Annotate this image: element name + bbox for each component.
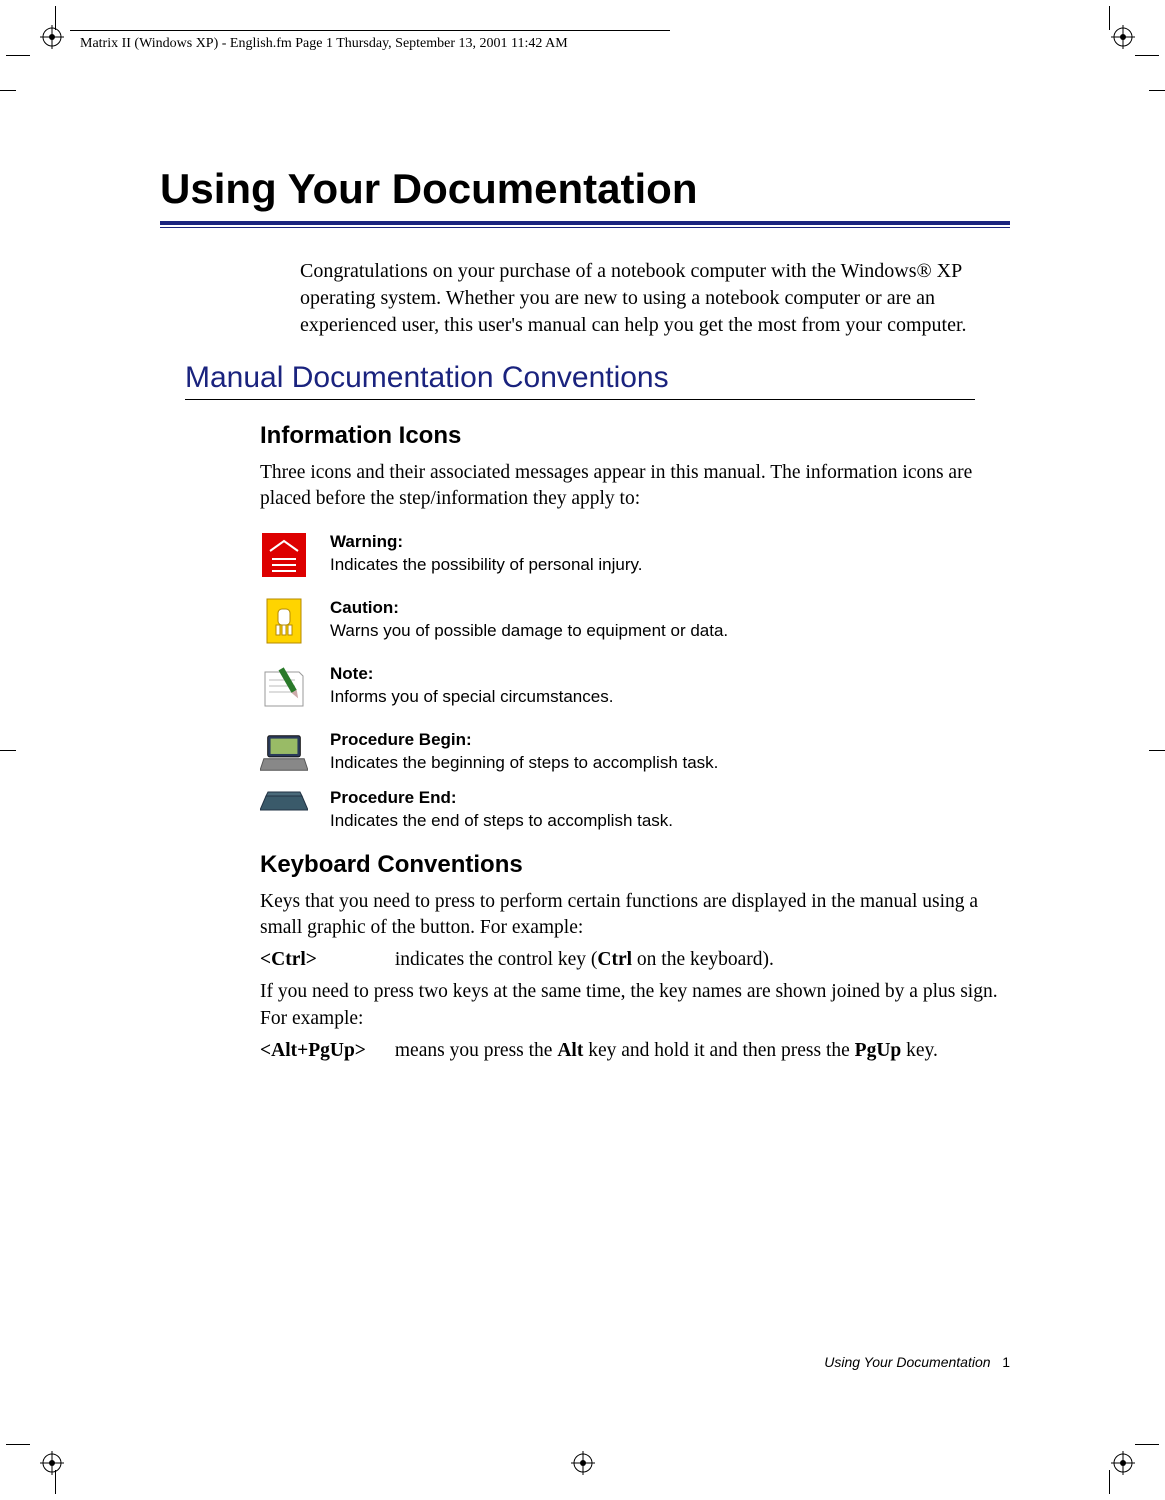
caution-label: Caution:	[330, 598, 399, 617]
crop-mark	[1109, 1470, 1110, 1494]
key-name: <Alt+PgUp>	[260, 1038, 390, 1064]
intro-paragraph: Congratulations on your purchase of a no…	[300, 258, 1010, 339]
procedure-begin-label: Procedure Begin:	[330, 730, 472, 749]
crop-mark	[1149, 90, 1165, 91]
info-icon-block-caution: Caution: Warns you of possible damage to…	[260, 597, 1010, 645]
subsection-heading: Information Icons	[260, 422, 1010, 450]
crop-mark	[0, 90, 16, 91]
page: Matrix II (Windows XP) - English.fm Page…	[0, 0, 1165, 1500]
keyboard-body-2: If you need to press two keys at the sam…	[260, 979, 1010, 1032]
warning-desc: Indicates the possibility of personal in…	[330, 555, 642, 574]
procedure-begin-desc: Indicates the beginning of steps to acco…	[330, 753, 718, 772]
registration-mark-icon	[1111, 25, 1135, 49]
note-desc: Informs you of special circumstances.	[330, 687, 613, 706]
crop-mark	[6, 55, 30, 56]
subsection-heading: Keyboard Conventions	[260, 851, 1010, 879]
note-label: Note:	[330, 664, 373, 683]
caution-desc: Warns you of possible damage to equipmen…	[330, 621, 728, 640]
info-icon-block-procedure-begin: Procedure Begin: Indicates the beginning…	[260, 729, 1010, 777]
key-example-ctrl: <Ctrl> indicates the control key (Ctrl o…	[260, 947, 1010, 973]
key-desc: means you press the Alt key and hold it …	[395, 1040, 938, 1061]
key-example-altpgup: <Alt+PgUp> means you press the Alt key a…	[260, 1038, 1010, 1064]
info-icon-block-warning: Warning: Indicates the possibility of pe…	[260, 531, 1010, 579]
crop-mark	[0, 750, 16, 751]
procedure-end-label: Procedure End:	[330, 788, 457, 807]
warning-label: Warning:	[330, 532, 403, 551]
keyboard-body-1: Keys that you need to press to perform c…	[260, 889, 1010, 942]
crop-mark	[1135, 1444, 1159, 1445]
registration-mark-icon	[40, 1451, 64, 1475]
key-desc: indicates the control key (Ctrl on the k…	[395, 949, 774, 970]
crop-mark	[1149, 750, 1165, 751]
crop-mark	[6, 1444, 30, 1445]
footer-label: Using Your Documentation	[824, 1354, 990, 1370]
closed-laptop-icon	[260, 787, 308, 817]
laptop-icon	[260, 729, 308, 777]
page-footer: Using Your Documentation 1	[824, 1354, 1010, 1370]
info-icon-block-note: Note: Informs you of special circumstanc…	[260, 663, 1010, 711]
key-name: <Ctrl>	[260, 947, 390, 973]
title-rule	[160, 221, 1010, 225]
registration-mark-icon	[571, 1451, 595, 1475]
section-heading: Manual Documentation Conventions	[185, 361, 975, 400]
subsection-body: Three icons and their associated message…	[260, 460, 1010, 513]
crop-mark	[1109, 6, 1110, 30]
registration-mark-icon	[40, 25, 64, 49]
page-title: Using Your Documentation	[160, 165, 1010, 213]
procedure-end-desc: Indicates the end of steps to accomplish…	[330, 811, 673, 830]
title-rule	[160, 227, 1010, 228]
footer-page-number: 1	[1002, 1354, 1010, 1370]
registration-mark-icon	[1111, 1451, 1135, 1475]
running-head-rule	[70, 30, 670, 31]
info-icon-block-procedure-end: Procedure End: Indicates the end of step…	[260, 787, 1010, 833]
crop-mark	[1135, 55, 1159, 56]
note-icon	[260, 663, 308, 711]
caution-icon	[260, 597, 308, 645]
running-head: Matrix II (Windows XP) - English.fm Page…	[80, 36, 568, 52]
warning-icon	[260, 531, 308, 579]
